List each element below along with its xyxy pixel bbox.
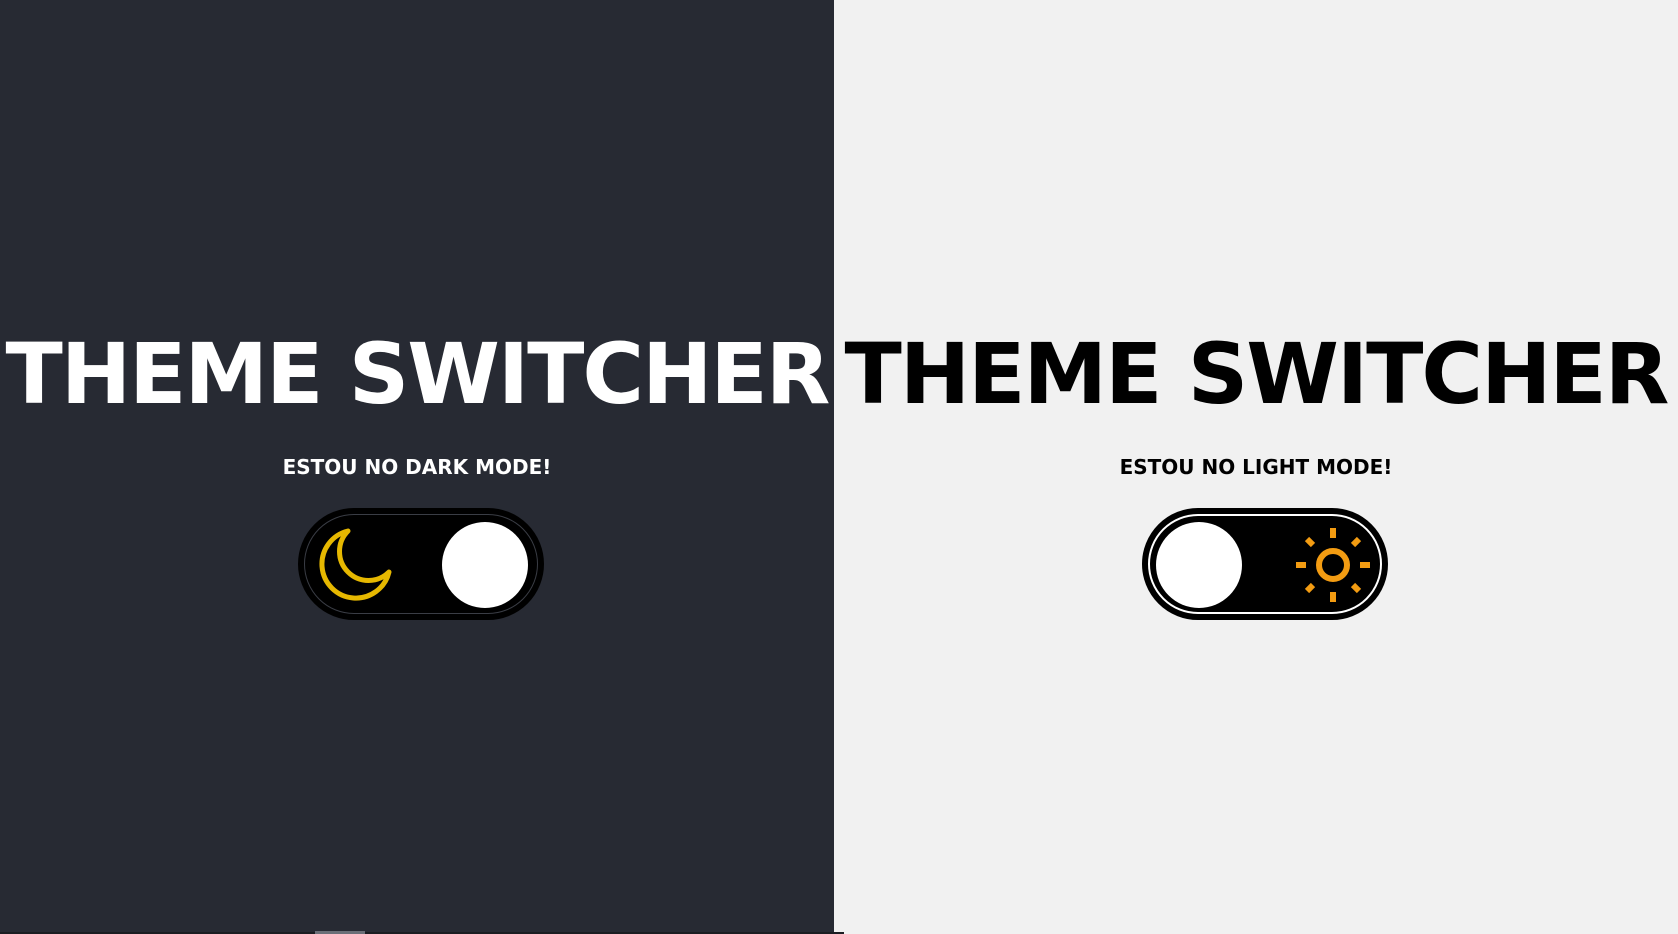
sun-icon: [1296, 528, 1370, 602]
mode-status-text: ESTOU NO DARK MODE!: [282, 455, 552, 479]
moon-icon: [319, 528, 392, 601]
page-title: THEME SWITCHER: [844, 325, 1670, 423]
toggle-knob[interactable]: [1156, 522, 1242, 608]
theme-toggle-switch[interactable]: [1142, 508, 1388, 620]
theme-switcher-page: THEME SWITCHER ESTOU NO DARK MODE! THEME…: [0, 0, 1678, 934]
mode-status-text: ESTOU NO LIGHT MODE!: [1119, 455, 1393, 479]
page-title: THEME SWITCHER: [5, 325, 831, 423]
light-mode-panel: THEME SWITCHER ESTOU NO LIGHT MODE!: [834, 0, 1678, 934]
toggle-knob[interactable]: [442, 522, 528, 608]
dark-mode-panel: THEME SWITCHER ESTOU NO DARK MODE!: [0, 0, 834, 934]
theme-toggle-switch[interactable]: [298, 508, 544, 620]
